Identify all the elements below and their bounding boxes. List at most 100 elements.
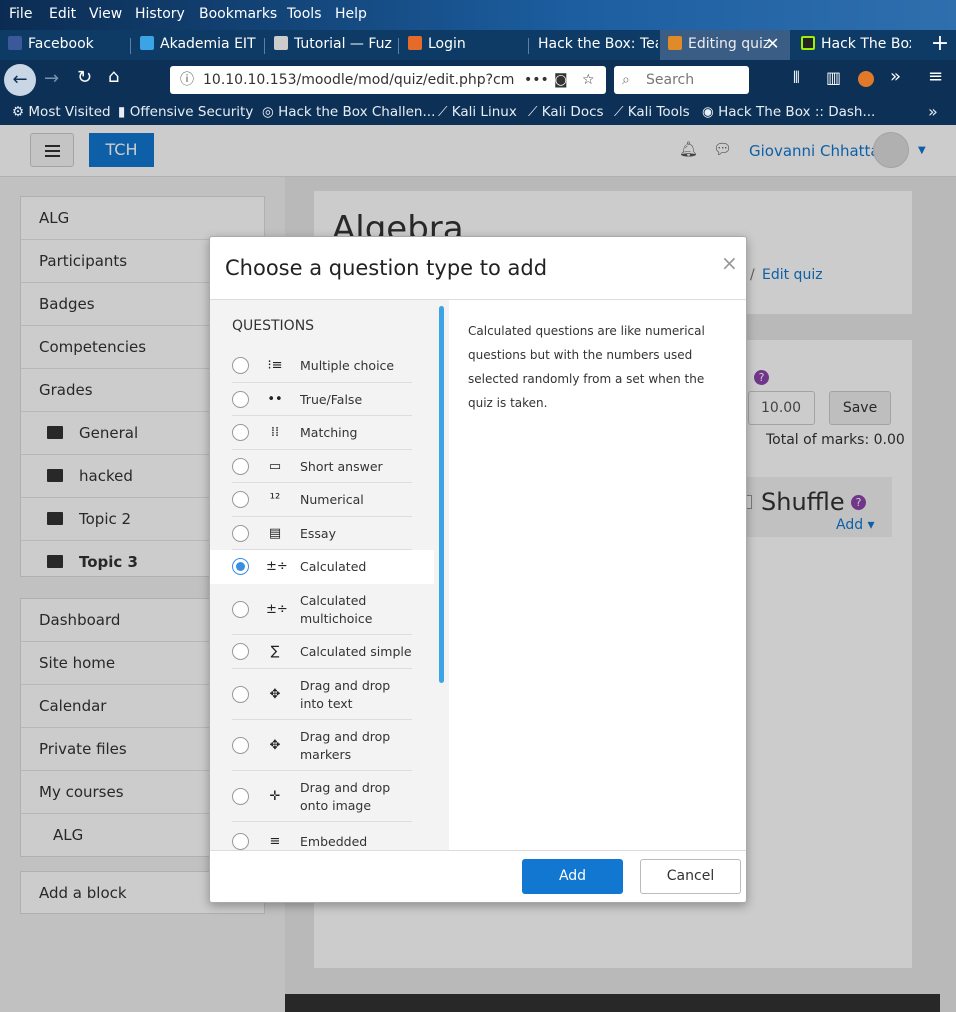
- tab-hackthebox-team[interactable]: Hack the Box: Tea: [530, 30, 658, 60]
- url-bar[interactable]: ⓘ 10.10.10.153/moodle/mod/quiz/edit.php?…: [170, 66, 606, 94]
- question-type-option[interactable]: ⁝≡ Multiple choice: [210, 349, 434, 383]
- close-tab-icon[interactable]: ✕: [766, 30, 779, 58]
- question-type-option[interactable]: ±÷ Calculated: [210, 550, 434, 584]
- bookmark-kali-docs[interactable]: ⟋ Kali Docs: [528, 104, 604, 120]
- drag-text-icon: ✥: [269, 686, 281, 702]
- cancel-button[interactable]: Cancel: [640, 859, 741, 894]
- questions-heading: QUESTIONS: [232, 318, 315, 334]
- radio-button[interactable]: [232, 600, 249, 618]
- hamburger-menu-icon[interactable]: ≡: [928, 66, 943, 87]
- question-type-label: Drag and drop onto image: [300, 779, 391, 813]
- menu-edit[interactable]: Edit: [49, 6, 76, 22]
- question-type-option[interactable]: ≡ Embedded: [210, 822, 434, 850]
- question-type-dialog: Choose a question type to add × QUESTION…: [209, 236, 747, 903]
- drag-image-icon: ✛: [269, 788, 281, 804]
- new-tab-icon[interactable]: +: [925, 30, 955, 60]
- overflow-icon[interactable]: »: [890, 66, 901, 87]
- radio-button[interactable]: [232, 643, 249, 660]
- radio-button[interactable]: [232, 685, 249, 703]
- question-type-option[interactable]: ✥ Drag and drop into text: [210, 669, 434, 720]
- menu-file[interactable]: File: [9, 6, 32, 22]
- question-type-label: Short answer: [300, 458, 383, 474]
- tab-tutorial[interactable]: Tutorial — Fuz: [266, 30, 396, 60]
- question-type-option[interactable]: ▭ Short answer: [210, 450, 434, 483]
- menu-tools[interactable]: Tools: [287, 6, 322, 22]
- search-input[interactable]: ⌕ Search: [614, 66, 749, 94]
- pocket-icon[interactable]: ◙: [554, 66, 568, 94]
- page-actions-icon[interactable]: •••: [524, 66, 549, 94]
- bookmark-htb-dashboard[interactable]: ◉ Hack The Box :: Dash...: [702, 104, 875, 120]
- library-icon[interactable]: ⫴: [793, 68, 800, 88]
- bookmark-kali-tools[interactable]: ⟋ Kali Tools: [614, 104, 690, 120]
- radio-button[interactable]: [232, 491, 249, 508]
- question-type-list[interactable]: QUESTIONS ⁝≡ Multiple choice •• True/False ⁞…: [210, 300, 449, 850]
- question-type-option[interactable]: ✛ Drag and drop onto image: [210, 771, 434, 822]
- radio-button[interactable]: [232, 390, 249, 408]
- bookmarks-overflow-icon[interactable]: »: [928, 102, 938, 121]
- radio-button[interactable]: [232, 424, 249, 441]
- page-icon: ▤: [268, 525, 282, 541]
- add-button[interactable]: Add: [522, 859, 623, 894]
- home-icon[interactable]: ⌂: [108, 66, 119, 87]
- info-icon[interactable]: ⓘ: [180, 66, 194, 94]
- reload-icon[interactable]: ↻: [77, 67, 92, 88]
- dialog-title: Choose a question type to add: [225, 256, 548, 280]
- radio-button[interactable]: [232, 558, 249, 575]
- menu-view[interactable]: View: [89, 6, 122, 22]
- extension-icon[interactable]: [858, 71, 874, 87]
- search-icon: ⌕: [622, 72, 630, 88]
- question-type-option[interactable]: ▤ Essay: [210, 517, 434, 550]
- menu-help[interactable]: Help: [335, 6, 367, 22]
- dots-icon: ••: [267, 391, 283, 407]
- tab-editing-quiz[interactable]: Editing quiz ✕: [660, 30, 790, 60]
- tab-hackthebox[interactable]: Hack The Box: [793, 30, 911, 60]
- radio-button[interactable]: [232, 524, 249, 542]
- list-icon: ⁝≡: [267, 358, 283, 373]
- tab-akademia[interactable]: Akademia EIT: [132, 30, 262, 60]
- url-text[interactable]: 10.10.10.153/moodle/mod/quiz/edit.php?cm: [203, 66, 523, 94]
- question-type-label: Matching: [300, 425, 358, 440]
- question-type-label: Drag and drop markers: [300, 728, 391, 762]
- star-icon[interactable]: ☆: [582, 66, 595, 94]
- question-type-description: Calculated questions are like numerical …: [468, 324, 705, 410]
- list-scrollbar[interactable]: [439, 306, 444, 683]
- book-icon: [274, 36, 288, 50]
- close-icon[interactable]: ×: [721, 251, 738, 275]
- tab-login[interactable]: Login: [400, 30, 528, 60]
- radio-button[interactable]: [232, 833, 249, 850]
- question-type-label: Essay: [300, 525, 336, 541]
- question-type-label: True/False: [300, 391, 363, 407]
- menu-history[interactable]: History: [135, 6, 185, 22]
- bookmark-offensive-security[interactable]: ▮ Offensive Security: [118, 104, 253, 120]
- calc-simple-icon: ∑: [270, 644, 280, 659]
- question-type-option[interactable]: ¹² Numerical: [210, 483, 434, 517]
- htb-icon: [801, 36, 815, 50]
- question-type-option[interactable]: ⁞⁞ Matching: [210, 416, 434, 450]
- sidebar-icon[interactable]: ▥: [826, 68, 841, 87]
- back-icon[interactable]: ←: [4, 64, 36, 96]
- question-type-option[interactable]: ±÷ Calculated multichoice: [210, 584, 434, 635]
- radio-button[interactable]: [232, 736, 249, 754]
- number-icon: ¹²: [269, 492, 281, 507]
- question-type-option[interactable]: ✥ Drag and drop markers: [210, 720, 434, 771]
- question-type-option[interactable]: ∑ Calculated simple: [210, 635, 434, 669]
- question-type-label: Calculated simple: [300, 644, 412, 659]
- textbox-icon: ▭: [268, 458, 282, 474]
- login-icon: [408, 36, 422, 50]
- tab-facebook[interactable]: Facebook: [0, 30, 130, 60]
- radio-button[interactable]: [232, 457, 249, 475]
- calc-multi-icon: ±÷: [266, 601, 288, 617]
- forward-icon[interactable]: →: [44, 68, 59, 89]
- radio-button[interactable]: [232, 357, 249, 374]
- moodle-icon: [668, 36, 682, 50]
- embedded-icon: ≡: [269, 834, 281, 849]
- radio-button[interactable]: [232, 787, 249, 805]
- question-type-option[interactable]: •• True/False: [210, 383, 434, 416]
- bookmark-most-visited[interactable]: ⚙ Most Visited: [12, 104, 111, 120]
- bookmark-kali-linux[interactable]: ⟋ Kali Linux: [438, 104, 517, 120]
- question-type-label: Embedded: [300, 834, 368, 849]
- bookmark-htb-challenges[interactable]: ◎ Hack the Box Challen...: [262, 104, 435, 120]
- matching-icon: ⁞⁞: [270, 425, 280, 440]
- menu-bookmarks[interactable]: Bookmarks: [199, 6, 277, 22]
- question-type-label: Calculated multichoice: [300, 592, 373, 626]
